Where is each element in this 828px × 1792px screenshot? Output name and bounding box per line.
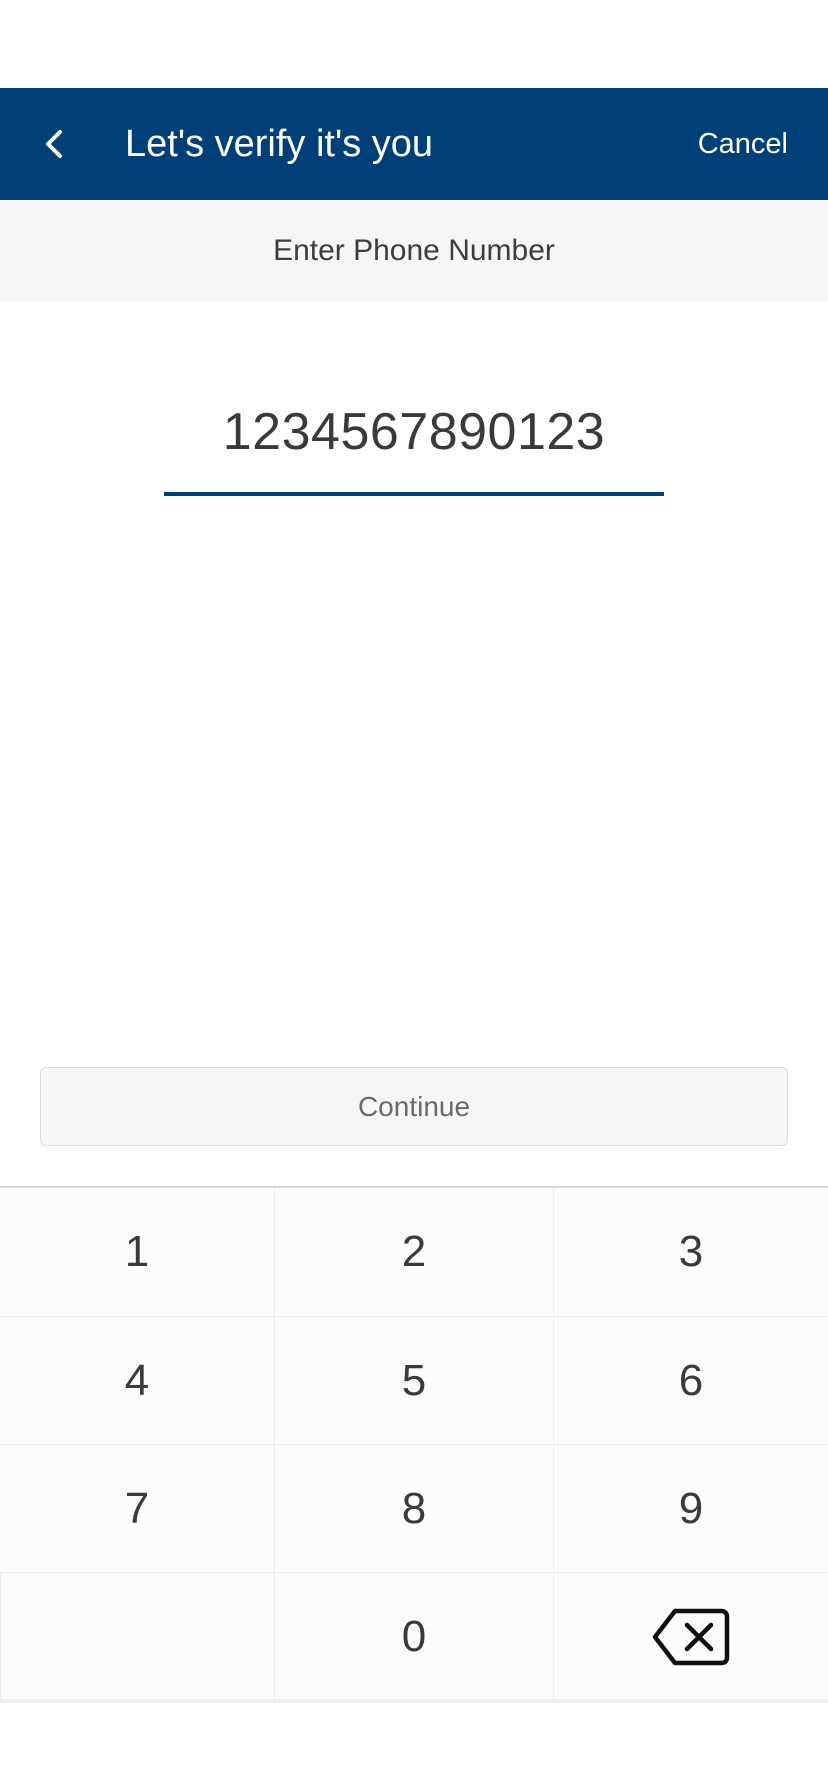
key-8[interactable]: 8 — [274, 1444, 554, 1572]
key-7[interactable]: 7 — [0, 1444, 274, 1572]
key-6[interactable]: 6 — [554, 1316, 828, 1444]
cancel-button[interactable]: Cancel — [698, 88, 788, 200]
instruction-text: Enter Phone Number — [273, 233, 555, 267]
backspace-icon — [652, 1608, 730, 1666]
delete-key[interactable] — [554, 1572, 828, 1701]
chevron-left-icon — [46, 130, 62, 158]
key-blank — [0, 1572, 274, 1701]
continue-button-label: Continue — [357, 1090, 471, 1122]
back-button[interactable] — [22, 112, 86, 176]
numeric-keypad: 1 2 3 4 5 6 7 8 9 0 — [0, 1186, 828, 1703]
key-3[interactable]: 3 — [554, 1188, 828, 1316]
top-navigation-bar: Let's verify it's you Cancel — [0, 88, 828, 200]
continue-button[interactable]: Continue — [40, 1067, 788, 1146]
key-0[interactable]: 0 — [274, 1572, 554, 1701]
key-5[interactable]: 5 — [274, 1316, 554, 1444]
phone-number-field[interactable]: 1234567890123 — [164, 390, 664, 496]
key-1[interactable]: 1 — [0, 1188, 274, 1316]
status-bar-area — [0, 0, 828, 88]
page-title: Let's verify it's you — [125, 123, 434, 165]
phone-number-value: 1234567890123 — [222, 403, 606, 461]
key-4[interactable]: 4 — [0, 1316, 274, 1444]
key-2[interactable]: 2 — [274, 1188, 554, 1316]
instruction-banner: Enter Phone Number — [0, 200, 828, 301]
key-9[interactable]: 9 — [554, 1444, 828, 1572]
